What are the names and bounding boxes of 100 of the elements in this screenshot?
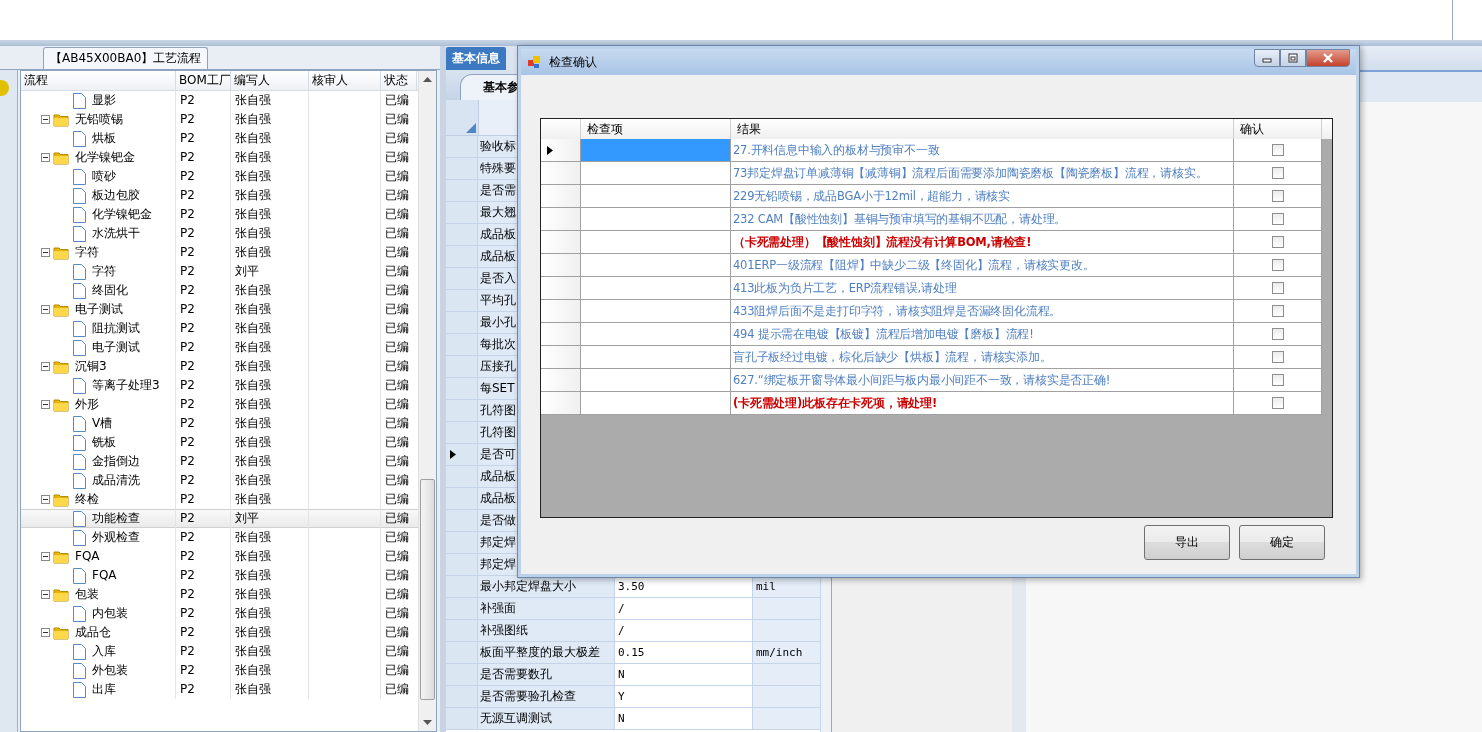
field-value[interactable]: Y bbox=[615, 686, 753, 707]
table-cell[interactable] bbox=[581, 254, 731, 277]
confirm-checkbox[interactable] bbox=[1271, 144, 1284, 156]
field-label: 是否需要数孔 bbox=[478, 664, 615, 685]
tree-row[interactable]: 终固化 P2 张自强 已编 bbox=[21, 281, 418, 300]
confirm-checkbox[interactable] bbox=[1271, 328, 1284, 340]
tree-row[interactable]: 电子测试 P2 张自强 已编 bbox=[21, 300, 418, 319]
result-cell: 494 提示需在电镀【板镀】流程后增加电镀【磨板】流程! bbox=[731, 323, 1234, 346]
tree-row[interactable]: 烘板 P2 张自强 已编 bbox=[21, 129, 418, 148]
collapse-icon[interactable] bbox=[41, 552, 50, 561]
tree-row[interactable]: 入库 P2 张自强 已编 bbox=[21, 642, 418, 661]
dialog-button[interactable]: 导出 bbox=[1144, 525, 1230, 560]
tree-row[interactable]: 电子测试 P2 张自强 已编 bbox=[21, 338, 418, 357]
collapse-icon[interactable] bbox=[41, 590, 50, 599]
tree-item-label: 功能检查 bbox=[91, 510, 140, 527]
tree-row[interactable]: 板边包胶 P2 张自强 已编 bbox=[21, 186, 418, 205]
tree-row[interactable]: 外包装 P2 张自强 已编 bbox=[21, 661, 418, 680]
tree-row[interactable]: 化学镍钯金 P2 张自强 已编 bbox=[21, 205, 418, 224]
row-header[interactable] bbox=[541, 139, 581, 162]
tree-row[interactable]: 铣板 P2 张自强 已编 bbox=[21, 433, 418, 452]
table-cell[interactable] bbox=[581, 392, 731, 415]
tree-row[interactable]: 字符 P2 张自强 已编 bbox=[21, 243, 418, 262]
collapse-icon[interactable] bbox=[41, 248, 50, 257]
confirm-checkbox[interactable] bbox=[1271, 190, 1284, 202]
tab[interactable]: 基本信息 bbox=[446, 47, 506, 70]
dialog-button[interactable]: 确定 bbox=[1239, 525, 1325, 560]
column-header[interactable]: 核审人 bbox=[309, 71, 381, 90]
table-cell[interactable] bbox=[581, 162, 731, 185]
table-cell[interactable] bbox=[581, 323, 731, 346]
table-cell[interactable] bbox=[581, 208, 731, 231]
column-header[interactable]: BOM工厂 bbox=[176, 71, 231, 90]
tree-row[interactable]: 水洗烘干 P2 张自强 已编 bbox=[21, 224, 418, 243]
field-value[interactable]: / bbox=[615, 620, 753, 641]
table-cell: 张自强 bbox=[231, 452, 309, 471]
column-header[interactable]: 编写人 bbox=[231, 71, 309, 90]
splitter[interactable] bbox=[0, 40, 1482, 46]
collapse-icon[interactable] bbox=[41, 153, 50, 162]
confirm-checkbox[interactable] bbox=[1271, 213, 1284, 225]
column-header[interactable]: 流程 bbox=[21, 71, 176, 90]
tree-row[interactable]: 阻抗测试 P2 张自强 已编 bbox=[21, 319, 418, 338]
confirm-checkbox[interactable] bbox=[1271, 259, 1284, 271]
tree-row[interactable]: 成品清洗 P2 张自强 已编 bbox=[21, 471, 418, 490]
field-value[interactable]: / bbox=[615, 598, 753, 619]
tree-item-label: 喷砂 bbox=[91, 168, 116, 185]
tree-row[interactable]: 化学镍钯金 P2 张自强 已编 bbox=[21, 148, 418, 167]
table-cell[interactable] bbox=[581, 300, 731, 323]
table-cell[interactable] bbox=[581, 369, 731, 392]
confirm-checkbox[interactable] bbox=[1271, 236, 1284, 248]
table-cell[interactable] bbox=[581, 185, 731, 208]
confirm-checkbox[interactable] bbox=[1271, 282, 1284, 294]
confirm-checkbox[interactable] bbox=[1271, 167, 1284, 179]
tree-row[interactable]: 金指倒边 P2 张自强 已编 bbox=[21, 452, 418, 471]
tree-row[interactable]: FQA P2 张自强 已编 bbox=[21, 566, 418, 585]
field-value[interactable]: N bbox=[615, 708, 753, 729]
collapse-icon[interactable] bbox=[41, 362, 50, 371]
app-icon bbox=[527, 55, 541, 69]
scrollbar-thumb[interactable] bbox=[420, 479, 435, 700]
row-header[interactable] bbox=[446, 444, 478, 465]
tree-row[interactable]: 内包装 P2 张自强 已编 bbox=[21, 604, 418, 623]
tree-row[interactable]: FQA P2 张自强 已编 bbox=[21, 547, 418, 566]
collapse-icon[interactable] bbox=[41, 495, 50, 504]
collapse-icon[interactable] bbox=[41, 628, 50, 637]
panel-title-tab[interactable]: 【AB45X00BA0】工艺流程 bbox=[43, 47, 209, 69]
confirm-checkbox[interactable] bbox=[1271, 374, 1284, 386]
collapse-icon[interactable] bbox=[41, 305, 50, 314]
table-cell[interactable] bbox=[581, 277, 731, 300]
tree-row[interactable]: 出库 P2 张自强 已编 bbox=[21, 680, 418, 699]
tree-row[interactable]: 包装 P2 张自强 已编 bbox=[21, 585, 418, 604]
field-value[interactable]: 0.15 bbox=[615, 642, 753, 663]
collapse-icon[interactable] bbox=[41, 115, 50, 124]
tree-row[interactable]: 显影 P2 张自强 已编 bbox=[21, 91, 418, 110]
tree-row[interactable]: 外形 P2 张自强 已编 bbox=[21, 395, 418, 414]
column-header[interactable]: 状态 bbox=[381, 71, 417, 90]
table-cell[interactable] bbox=[581, 346, 731, 369]
field-value[interactable]: N bbox=[615, 664, 753, 685]
scrollbar[interactable] bbox=[418, 71, 436, 731]
table-cell[interactable] bbox=[581, 139, 731, 162]
close-button[interactable] bbox=[1306, 49, 1350, 67]
confirm-checkbox[interactable] bbox=[1271, 351, 1284, 363]
minimize-button[interactable] bbox=[1254, 49, 1280, 67]
table-cell: 张自强 bbox=[231, 414, 309, 433]
tree-row[interactable]: 无铅喷锡 P2 张自强 已编 bbox=[21, 110, 418, 129]
confirm-checkbox[interactable] bbox=[1271, 305, 1284, 317]
tree-row[interactable]: 喷砂 P2 张自强 已编 bbox=[21, 167, 418, 186]
tree-row[interactable]: 外观检查 P2 张自强 已编 bbox=[21, 528, 418, 547]
confirm-checkbox[interactable] bbox=[1271, 397, 1284, 409]
maximize-button[interactable] bbox=[1280, 49, 1306, 67]
tree-row[interactable]: 功能检查 P2 刘平 已编 bbox=[21, 509, 418, 528]
table-cell: P2 bbox=[176, 642, 231, 661]
tree-row[interactable]: 沉铜3 P2 张自强 已编 bbox=[21, 357, 418, 376]
collapse-icon[interactable] bbox=[41, 400, 50, 409]
tree-row[interactable]: V槽 P2 张自强 已编 bbox=[21, 414, 418, 433]
tree-row[interactable]: 字符 P2 刘平 已编 bbox=[21, 262, 418, 281]
table-cell[interactable] bbox=[581, 231, 731, 254]
result-cell: 229无铅喷锡，成品BGA小于12mil，超能力，请核实 bbox=[731, 185, 1234, 208]
table-cell-text: 已编 bbox=[384, 358, 410, 375]
field-value[interactable]: 3.50 bbox=[615, 576, 753, 597]
tree-row[interactable]: 等离子处理3 P2 张自强 已编 bbox=[21, 376, 418, 395]
tree-row[interactable]: 成品仓 P2 张自强 已编 bbox=[21, 623, 418, 642]
table-cell: P2 bbox=[176, 167, 231, 186]
